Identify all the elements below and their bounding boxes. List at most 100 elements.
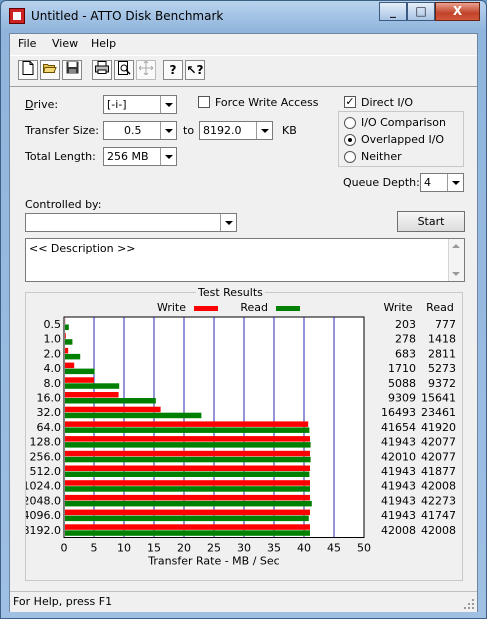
close-button[interactable]: X: [435, 2, 480, 21]
help-icon[interactable]: ?: [163, 60, 183, 80]
move-icon[interactable]: [136, 60, 156, 80]
overlapped-io-label: Overlapped I/O: [361, 133, 445, 146]
overlapped-io-radio[interactable]: [344, 134, 356, 146]
print-preview-icon[interactable]: [114, 60, 134, 80]
results-group: 0 5 10 15 20 25 30 35 40 45 50 Transfer Rate - MB /…: [23, 292, 463, 581]
read-value: 15641: [421, 392, 456, 405]
legend-read-swatch: [276, 306, 300, 311]
resize-grip-icon[interactable]: [463, 598, 475, 610]
read-bar: [65, 324, 69, 330]
controlled-by-label: Controlled by:: [25, 198, 102, 211]
force-write-checkbox[interactable]: [198, 96, 210, 108]
description-scrollbar[interactable]: [448, 239, 464, 281]
transfer-size-label: Transfer Size:: [25, 124, 100, 137]
results-title: Test Results: [196, 286, 265, 299]
direct-io-checkbox[interactable]: ✓: [344, 96, 356, 108]
write-value: 203: [395, 318, 416, 331]
menu-view[interactable]: View: [52, 37, 78, 50]
read-bar: [65, 353, 81, 360]
write-bar: [65, 450, 310, 457]
context-help-icon[interactable]: ↖?: [185, 60, 205, 80]
write-bar: [65, 480, 310, 486]
y-tick-label: 4.0: [44, 362, 62, 375]
read-value: 5273: [428, 362, 456, 375]
chevron-down-icon[interactable]: [256, 122, 272, 139]
queue-depth-select[interactable]: 4: [420, 173, 464, 192]
write-value: 683: [395, 347, 416, 360]
drive-label: Drive:: [25, 98, 59, 111]
description-textarea[interactable]: << Description >>: [25, 238, 465, 282]
transfer-size-from-select[interactable]: 0.5: [103, 121, 177, 140]
write-bar: [65, 362, 75, 369]
title-bar[interactable]: Untitled - ATTO Disk Benchmark _ □ X: [1, 1, 486, 33]
force-write-label: Force Write Access: [215, 96, 319, 109]
write-bar: [65, 406, 161, 413]
maximize-button[interactable]: □: [407, 2, 435, 21]
x-tick-label: 0: [61, 542, 68, 555]
write-value: 1710: [388, 362, 416, 375]
status-bar: For Help, press F1: [10, 591, 477, 612]
read-value: 42008: [421, 524, 456, 537]
menu-file[interactable]: File: [18, 37, 36, 50]
neither-label: Neither: [361, 150, 402, 163]
neither-radio[interactable]: [344, 151, 356, 163]
y-tick-label: 0.5: [44, 318, 62, 331]
y-tick-label: 8.0: [44, 377, 62, 390]
y-tick-label: 2048.0: [26, 494, 61, 507]
y-tick-label: 1024.0: [26, 480, 61, 493]
controlled-by-select[interactable]: [25, 213, 237, 232]
queue-depth-value: 4: [424, 176, 431, 189]
scroll-up-icon[interactable]: [452, 244, 460, 248]
description-text: << Description >>: [29, 242, 136, 255]
y-tick-label: 64.0: [37, 421, 62, 434]
window-title: Untitled - ATTO Disk Benchmark: [31, 9, 224, 23]
new-document-icon[interactable]: [18, 60, 38, 80]
chevron-down-icon[interactable]: [447, 174, 463, 191]
x-tick-label: 15: [147, 542, 161, 555]
write-value: 9309: [388, 392, 416, 405]
scroll-down-icon[interactable]: [452, 272, 460, 276]
transfer-size-from-value: 0.5: [124, 124, 142, 137]
read-value: 42077: [421, 450, 456, 463]
read-bar: [65, 515, 309, 522]
drive-value: [-i-]: [107, 98, 127, 111]
read-bar: [65, 383, 120, 389]
total-length-select[interactable]: 256 MB: [103, 147, 177, 166]
read-value: 777: [435, 318, 456, 331]
app-icon: [9, 8, 25, 24]
x-tick-label: 5: [91, 542, 98, 555]
chevron-down-icon[interactable]: [160, 148, 176, 165]
io-comparison-label: I/O Comparison: [361, 116, 446, 129]
x-tick-label: 30: [237, 542, 251, 555]
client-area: File View Help ? ↖? Drive: [-i-] Force W…: [9, 33, 478, 612]
write-bar: [65, 377, 94, 383]
chevron-down-icon[interactable]: [160, 122, 176, 139]
chevron-down-icon[interactable]: [220, 214, 236, 231]
transfer-size-to-select[interactable]: 8192.0: [199, 121, 273, 140]
read-bar: [65, 530, 310, 536]
y-tick-label: 512.0: [30, 465, 62, 478]
write-value: 41943: [381, 465, 416, 478]
write-value: 41943: [381, 436, 416, 449]
minimize-button[interactable]: _: [379, 2, 407, 21]
chevron-down-icon[interactable]: [160, 96, 176, 113]
io-comparison-radio[interactable]: [344, 117, 356, 129]
open-folder-icon[interactable]: [40, 60, 60, 80]
results-chart: 0 5 10 15 20 25 30 35 40 45 50 Transfer Rate - MB /…: [23, 301, 457, 568]
read-bar: [65, 456, 311, 463]
start-button[interactable]: Start: [397, 211, 465, 232]
drive-select[interactable]: [-i-]: [103, 95, 177, 114]
write-value: 5088: [388, 377, 416, 390]
read-bar: [65, 442, 311, 448]
read-bar: [65, 339, 73, 345]
direct-io-label: Direct I/O: [361, 96, 414, 109]
transfer-size-to-label: to: [183, 124, 195, 137]
x-tick-label: 50: [357, 542, 371, 555]
menu-help[interactable]: Help: [91, 37, 116, 50]
save-icon[interactable]: [62, 60, 82, 80]
print-icon[interactable]: [92, 60, 112, 80]
read-value: 42273: [421, 494, 456, 507]
x-tick-label: 40: [297, 542, 311, 555]
read-value: 42077: [421, 436, 456, 449]
write-value: 16493: [381, 406, 416, 419]
